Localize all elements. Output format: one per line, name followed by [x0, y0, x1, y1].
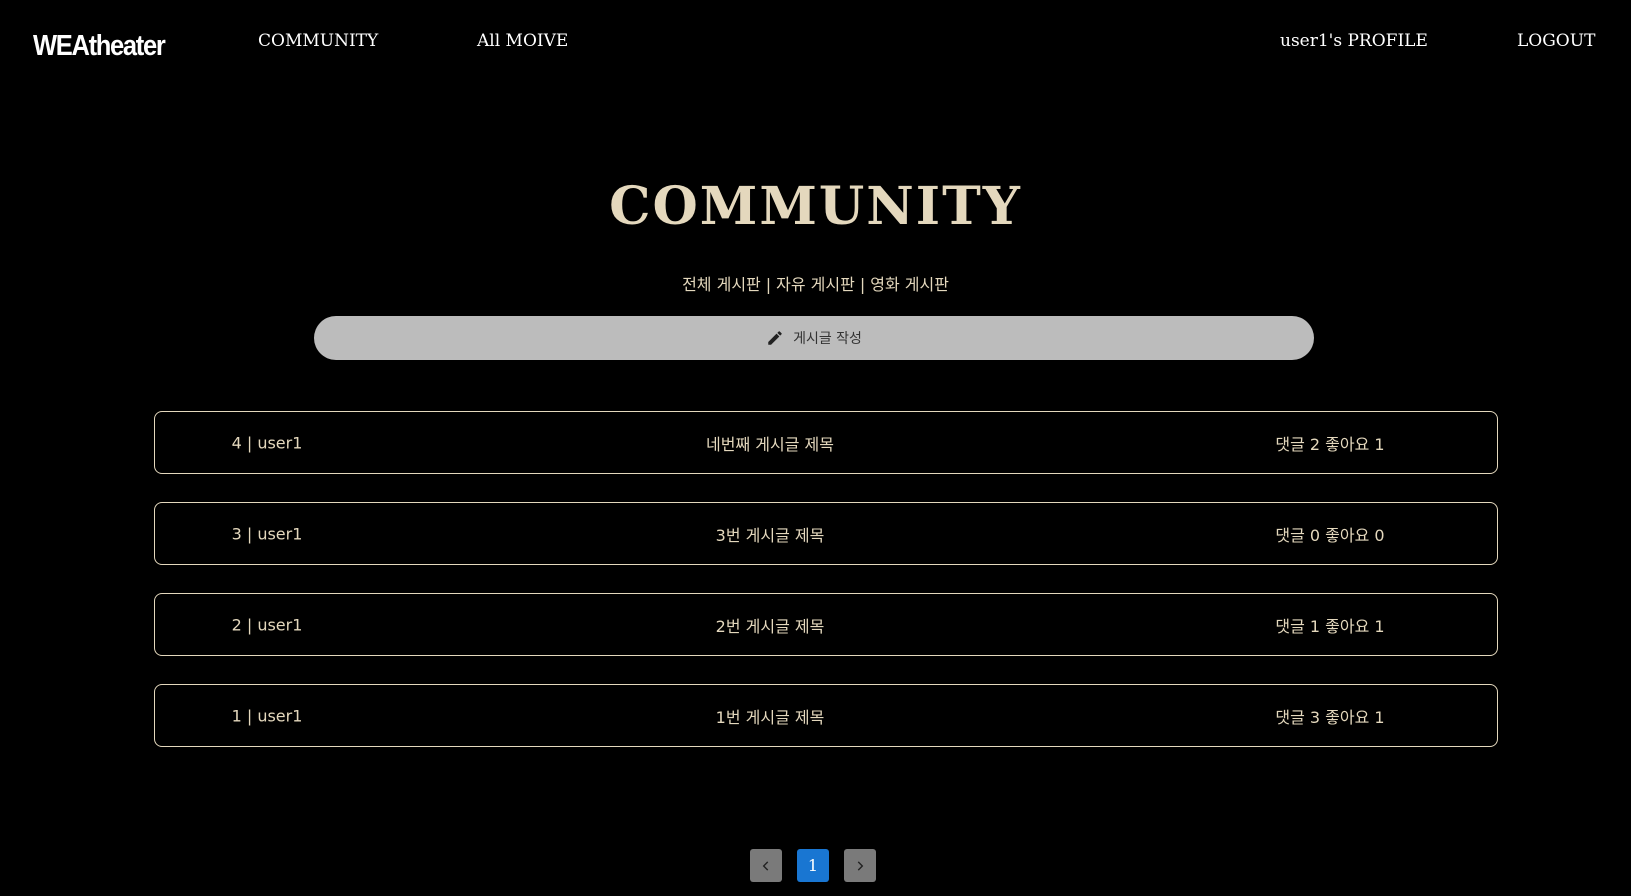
filter-movie-board[interactable]: 영화 게시판	[870, 275, 949, 294]
post-stats: 댓글 3 좋아요 1	[1275, 707, 1385, 727]
nav-all-movies-link[interactable]: All MOIVE	[477, 31, 568, 51]
nav-logout-link[interactable]: LOGOUT	[1517, 31, 1595, 51]
post-number-author: 2 | user1	[231, 615, 303, 634]
site-logo[interactable]: WEAtheater	[33, 30, 166, 63]
prev-page-button[interactable]	[750, 849, 782, 882]
post-row[interactable]: 2 | user1 2번 게시글 제목 댓글 1 좋아요 1	[154, 593, 1498, 656]
post-title[interactable]: 2번 게시글 제목	[716, 613, 825, 637]
post-title[interactable]: 3번 게시글 제목	[716, 522, 825, 546]
post-number-author: 3 | user1	[231, 524, 303, 543]
post-number-author: 4 | user1	[231, 433, 303, 452]
post-stats: 댓글 0 좋아요 0	[1275, 525, 1385, 545]
nav-community-link[interactable]: COMMUNITY	[258, 31, 378, 51]
filter-free-board[interactable]: 자유 게시판	[776, 275, 855, 294]
page-title: COMMUNITY	[609, 176, 1022, 237]
pagination: 1	[750, 849, 876, 882]
post-list: 4 | user1 네번째 게시글 제목 댓글 2 좋아요 1 3 | user…	[154, 411, 1498, 775]
filter-separator: |	[765, 275, 772, 294]
chevron-right-icon	[853, 859, 867, 873]
post-title[interactable]: 네번째 게시글 제목	[706, 431, 834, 455]
post-row[interactable]: 4 | user1 네번째 게시글 제목 댓글 2 좋아요 1	[154, 411, 1498, 474]
post-number-author: 1 | user1	[231, 706, 303, 725]
next-page-button[interactable]	[844, 849, 876, 882]
post-stats: 댓글 2 좋아요 1	[1275, 434, 1385, 454]
top-nav: WEAtheater COMMUNITY All MOIVE user1's P…	[0, 0, 1631, 96]
post-title[interactable]: 1번 게시글 제목	[716, 704, 825, 728]
post-row[interactable]: 1 | user1 1번 게시글 제목 댓글 3 좋아요 1	[154, 684, 1498, 747]
page-number: 1	[807, 856, 819, 875]
board-filter: 전체 게시판 | 자유 게시판 | 영화 게시판	[0, 271, 1631, 295]
post-row[interactable]: 3 | user1 3번 게시글 제목 댓글 0 좋아요 0	[154, 502, 1498, 565]
filter-all-boards[interactable]: 전체 게시판	[682, 275, 761, 294]
page-1-button[interactable]: 1	[797, 849, 829, 882]
filter-separator: |	[859, 275, 866, 294]
write-post-label: 게시글 작성	[793, 331, 862, 347]
post-stats: 댓글 1 좋아요 1	[1275, 616, 1385, 636]
nav-profile-link[interactable]: user1's PROFILE	[1280, 31, 1428, 51]
pencil-icon	[766, 329, 784, 347]
chevron-left-icon	[759, 859, 773, 873]
write-post-button[interactable]: 게시글 작성	[314, 316, 1314, 360]
